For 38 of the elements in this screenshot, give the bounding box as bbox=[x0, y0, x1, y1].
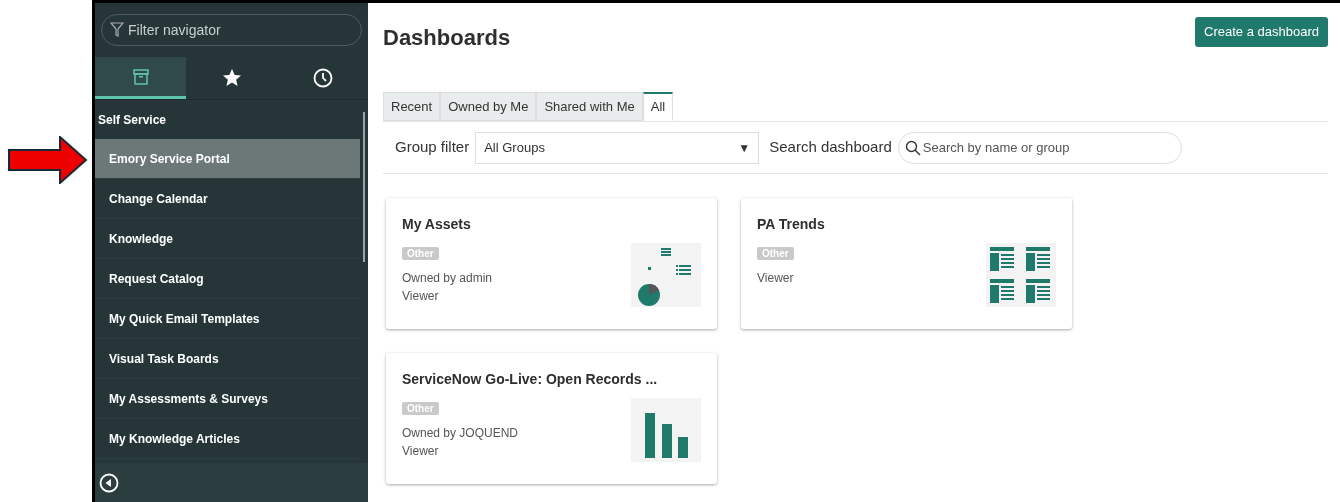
filter-tab[interactable]: Recent bbox=[383, 92, 441, 121]
dashboard-thumbnail-icon bbox=[631, 243, 701, 307]
archive-icon bbox=[131, 67, 150, 86]
navigator-item[interactable]: My Assessments & Surveys bbox=[95, 379, 360, 419]
dashboard-thumbnail-icon bbox=[986, 243, 1056, 307]
group-filter-dropdown[interactable]: All Groups ▼ bbox=[475, 131, 760, 164]
card-title: My Assets bbox=[402, 215, 472, 234]
navigator-item[interactable]: Request Catalog bbox=[95, 259, 360, 299]
card-title: ServiceNow Go-Live: Open Records ... bbox=[402, 370, 659, 389]
group-filter-label: Group filter bbox=[395, 137, 470, 158]
star-icon bbox=[221, 68, 242, 88]
search-dashboard-label: Search dashboard bbox=[769, 137, 892, 158]
card-owner: Owned by JOQUEND bbox=[402, 425, 519, 442]
card-role: Viewer bbox=[402, 443, 440, 460]
navigator-item[interactable]: Visual Task Boards bbox=[95, 339, 360, 379]
filter-navigator-field[interactable]: Filter navigator bbox=[101, 14, 362, 46]
bar-chart-thumbnail-icon bbox=[631, 398, 701, 462]
navigator-item[interactable]: Emory Service Portal bbox=[95, 139, 360, 179]
card-owner: Owned by admin bbox=[402, 270, 493, 287]
section-header: Self Service bbox=[97, 111, 168, 129]
filter-tab[interactable]: Shared with Me bbox=[536, 92, 643, 121]
filter-icon bbox=[110, 22, 124, 38]
navigator-item[interactable]: My Quick Email Templates bbox=[95, 299, 360, 339]
filter-tab[interactable]: All bbox=[642, 92, 674, 121]
card-title: PA Trends bbox=[757, 215, 826, 234]
create-dashboard-button[interactable]: Create a dashboard bbox=[1195, 17, 1328, 47]
card-role: Viewer bbox=[757, 270, 794, 287]
clock-icon bbox=[312, 68, 333, 88]
page-title: Dashboards bbox=[383, 24, 511, 52]
pointer-arrow-icon bbox=[8, 136, 88, 184]
search-field[interactable]: Search by name or group bbox=[897, 131, 1182, 164]
navigator-item[interactable]: Change Calendar bbox=[95, 179, 360, 219]
navigator-item[interactable]: Knowledge bbox=[95, 219, 360, 259]
card-role: Viewer bbox=[402, 288, 440, 305]
navigator-item[interactable]: My Knowledge Articles bbox=[95, 419, 360, 459]
search-icon bbox=[904, 139, 921, 156]
collapse-icon[interactable] bbox=[99, 472, 119, 493]
filter-tab[interactable]: Owned by Me bbox=[440, 92, 537, 121]
